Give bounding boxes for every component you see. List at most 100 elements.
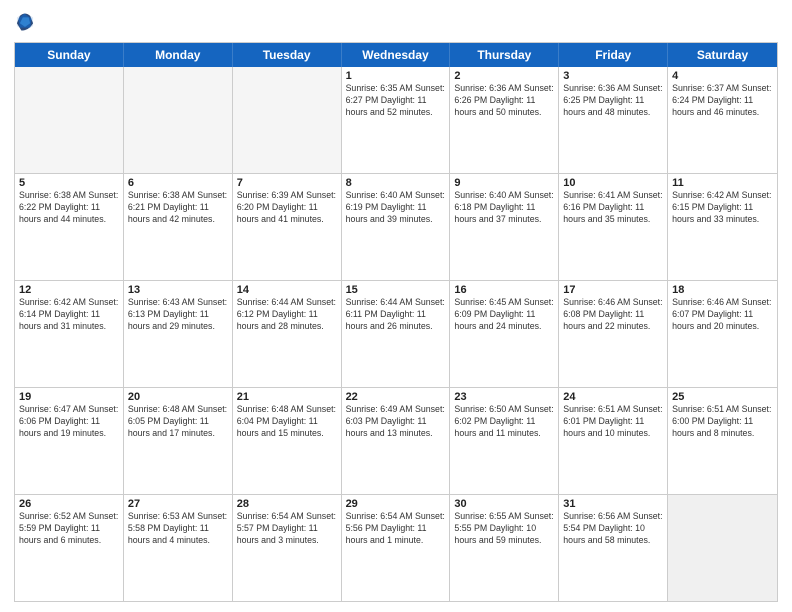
cell-info-23: Sunrise: 6:50 AM Sunset: 6:02 PM Dayligh… bbox=[454, 404, 554, 440]
calendar-day-3: 3Sunrise: 6:36 AM Sunset: 6:25 PM Daylig… bbox=[559, 67, 668, 173]
day-number-5: 5 bbox=[19, 177, 119, 189]
cell-info-25: Sunrise: 6:51 AM Sunset: 6:00 PM Dayligh… bbox=[672, 404, 773, 440]
cell-info-24: Sunrise: 6:51 AM Sunset: 6:01 PM Dayligh… bbox=[563, 404, 663, 440]
calendar-day-11: 11Sunrise: 6:42 AM Sunset: 6:15 PM Dayli… bbox=[668, 174, 777, 280]
calendar-empty-cell bbox=[668, 495, 777, 601]
weekday-header-sunday: Sunday bbox=[15, 43, 124, 67]
day-number-6: 6 bbox=[128, 177, 228, 189]
cell-info-16: Sunrise: 6:45 AM Sunset: 6:09 PM Dayligh… bbox=[454, 297, 554, 333]
calendar-row-1: 5Sunrise: 6:38 AM Sunset: 6:22 PM Daylig… bbox=[15, 173, 777, 280]
day-number-25: 25 bbox=[672, 391, 773, 403]
calendar-day-20: 20Sunrise: 6:48 AM Sunset: 6:05 PM Dayli… bbox=[124, 388, 233, 494]
day-number-30: 30 bbox=[454, 498, 554, 510]
cell-info-8: Sunrise: 6:40 AM Sunset: 6:19 PM Dayligh… bbox=[346, 190, 446, 226]
cell-info-13: Sunrise: 6:43 AM Sunset: 6:13 PM Dayligh… bbox=[128, 297, 228, 333]
day-number-23: 23 bbox=[454, 391, 554, 403]
calendar-day-28: 28Sunrise: 6:54 AM Sunset: 5:57 PM Dayli… bbox=[233, 495, 342, 601]
day-number-19: 19 bbox=[19, 391, 119, 403]
day-number-7: 7 bbox=[237, 177, 337, 189]
weekday-header-monday: Monday bbox=[124, 43, 233, 67]
calendar-row-4: 26Sunrise: 6:52 AM Sunset: 5:59 PM Dayli… bbox=[15, 494, 777, 601]
cell-info-22: Sunrise: 6:49 AM Sunset: 6:03 PM Dayligh… bbox=[346, 404, 446, 440]
day-number-29: 29 bbox=[346, 498, 446, 510]
day-number-28: 28 bbox=[237, 498, 337, 510]
calendar-day-16: 16Sunrise: 6:45 AM Sunset: 6:09 PM Dayli… bbox=[450, 281, 559, 387]
calendar-day-1: 1Sunrise: 6:35 AM Sunset: 6:27 PM Daylig… bbox=[342, 67, 451, 173]
calendar-day-7: 7Sunrise: 6:39 AM Sunset: 6:20 PM Daylig… bbox=[233, 174, 342, 280]
cell-info-4: Sunrise: 6:37 AM Sunset: 6:24 PM Dayligh… bbox=[672, 83, 773, 119]
cell-info-12: Sunrise: 6:42 AM Sunset: 6:14 PM Dayligh… bbox=[19, 297, 119, 333]
calendar-day-27: 27Sunrise: 6:53 AM Sunset: 5:58 PM Dayli… bbox=[124, 495, 233, 601]
calendar-day-23: 23Sunrise: 6:50 AM Sunset: 6:02 PM Dayli… bbox=[450, 388, 559, 494]
cell-info-6: Sunrise: 6:38 AM Sunset: 6:21 PM Dayligh… bbox=[128, 190, 228, 226]
day-number-31: 31 bbox=[563, 498, 663, 510]
cell-info-21: Sunrise: 6:48 AM Sunset: 6:04 PM Dayligh… bbox=[237, 404, 337, 440]
calendar: SundayMondayTuesdayWednesdayThursdayFrid… bbox=[14, 42, 778, 602]
calendar-row-2: 12Sunrise: 6:42 AM Sunset: 6:14 PM Dayli… bbox=[15, 280, 777, 387]
weekday-header-tuesday: Tuesday bbox=[233, 43, 342, 67]
day-number-2: 2 bbox=[454, 70, 554, 82]
calendar-day-5: 5Sunrise: 6:38 AM Sunset: 6:22 PM Daylig… bbox=[15, 174, 124, 280]
calendar-day-10: 10Sunrise: 6:41 AM Sunset: 6:16 PM Dayli… bbox=[559, 174, 668, 280]
calendar-header-row: SundayMondayTuesdayWednesdayThursdayFrid… bbox=[15, 43, 777, 67]
weekday-header-thursday: Thursday bbox=[450, 43, 559, 67]
logo-icon bbox=[14, 10, 36, 32]
cell-info-17: Sunrise: 6:46 AM Sunset: 6:08 PM Dayligh… bbox=[563, 297, 663, 333]
day-number-11: 11 bbox=[672, 177, 773, 189]
calendar-day-6: 6Sunrise: 6:38 AM Sunset: 6:21 PM Daylig… bbox=[124, 174, 233, 280]
calendar-body: 1Sunrise: 6:35 AM Sunset: 6:27 PM Daylig… bbox=[15, 67, 777, 601]
day-number-27: 27 bbox=[128, 498, 228, 510]
cell-info-20: Sunrise: 6:48 AM Sunset: 6:05 PM Dayligh… bbox=[128, 404, 228, 440]
day-number-18: 18 bbox=[672, 284, 773, 296]
day-number-26: 26 bbox=[19, 498, 119, 510]
day-number-4: 4 bbox=[672, 70, 773, 82]
calendar-row-0: 1Sunrise: 6:35 AM Sunset: 6:27 PM Daylig… bbox=[15, 67, 777, 173]
logo bbox=[14, 10, 38, 34]
cell-info-14: Sunrise: 6:44 AM Sunset: 6:12 PM Dayligh… bbox=[237, 297, 337, 333]
cell-info-10: Sunrise: 6:41 AM Sunset: 6:16 PM Dayligh… bbox=[563, 190, 663, 226]
cell-info-29: Sunrise: 6:54 AM Sunset: 5:56 PM Dayligh… bbox=[346, 511, 446, 547]
calendar-empty-cell bbox=[15, 67, 124, 173]
day-number-22: 22 bbox=[346, 391, 446, 403]
calendar-day-4: 4Sunrise: 6:37 AM Sunset: 6:24 PM Daylig… bbox=[668, 67, 777, 173]
calendar-day-15: 15Sunrise: 6:44 AM Sunset: 6:11 PM Dayli… bbox=[342, 281, 451, 387]
calendar-day-8: 8Sunrise: 6:40 AM Sunset: 6:19 PM Daylig… bbox=[342, 174, 451, 280]
day-number-12: 12 bbox=[19, 284, 119, 296]
page: SundayMondayTuesdayWednesdayThursdayFrid… bbox=[0, 0, 792, 612]
day-number-24: 24 bbox=[563, 391, 663, 403]
cell-info-30: Sunrise: 6:55 AM Sunset: 5:55 PM Dayligh… bbox=[454, 511, 554, 547]
day-number-9: 9 bbox=[454, 177, 554, 189]
day-number-16: 16 bbox=[454, 284, 554, 296]
calendar-day-12: 12Sunrise: 6:42 AM Sunset: 6:14 PM Dayli… bbox=[15, 281, 124, 387]
calendar-day-24: 24Sunrise: 6:51 AM Sunset: 6:01 PM Dayli… bbox=[559, 388, 668, 494]
cell-info-18: Sunrise: 6:46 AM Sunset: 6:07 PM Dayligh… bbox=[672, 297, 773, 333]
cell-info-31: Sunrise: 6:56 AM Sunset: 5:54 PM Dayligh… bbox=[563, 511, 663, 547]
cell-info-11: Sunrise: 6:42 AM Sunset: 6:15 PM Dayligh… bbox=[672, 190, 773, 226]
calendar-empty-cell bbox=[124, 67, 233, 173]
day-number-17: 17 bbox=[563, 284, 663, 296]
calendar-day-21: 21Sunrise: 6:48 AM Sunset: 6:04 PM Dayli… bbox=[233, 388, 342, 494]
weekday-header-saturday: Saturday bbox=[668, 43, 777, 67]
cell-info-3: Sunrise: 6:36 AM Sunset: 6:25 PM Dayligh… bbox=[563, 83, 663, 119]
day-number-21: 21 bbox=[237, 391, 337, 403]
cell-info-28: Sunrise: 6:54 AM Sunset: 5:57 PM Dayligh… bbox=[237, 511, 337, 547]
cell-info-27: Sunrise: 6:53 AM Sunset: 5:58 PM Dayligh… bbox=[128, 511, 228, 547]
day-number-20: 20 bbox=[128, 391, 228, 403]
calendar-empty-cell bbox=[233, 67, 342, 173]
cell-info-26: Sunrise: 6:52 AM Sunset: 5:59 PM Dayligh… bbox=[19, 511, 119, 547]
calendar-day-2: 2Sunrise: 6:36 AM Sunset: 6:26 PM Daylig… bbox=[450, 67, 559, 173]
weekday-header-wednesday: Wednesday bbox=[342, 43, 451, 67]
calendar-day-30: 30Sunrise: 6:55 AM Sunset: 5:55 PM Dayli… bbox=[450, 495, 559, 601]
calendar-day-19: 19Sunrise: 6:47 AM Sunset: 6:06 PM Dayli… bbox=[15, 388, 124, 494]
header bbox=[14, 10, 778, 34]
day-number-15: 15 bbox=[346, 284, 446, 296]
day-number-10: 10 bbox=[563, 177, 663, 189]
cell-info-1: Sunrise: 6:35 AM Sunset: 6:27 PM Dayligh… bbox=[346, 83, 446, 119]
calendar-day-29: 29Sunrise: 6:54 AM Sunset: 5:56 PM Dayli… bbox=[342, 495, 451, 601]
calendar-day-9: 9Sunrise: 6:40 AM Sunset: 6:18 PM Daylig… bbox=[450, 174, 559, 280]
cell-info-2: Sunrise: 6:36 AM Sunset: 6:26 PM Dayligh… bbox=[454, 83, 554, 119]
cell-info-9: Sunrise: 6:40 AM Sunset: 6:18 PM Dayligh… bbox=[454, 190, 554, 226]
cell-info-7: Sunrise: 6:39 AM Sunset: 6:20 PM Dayligh… bbox=[237, 190, 337, 226]
day-number-8: 8 bbox=[346, 177, 446, 189]
calendar-day-13: 13Sunrise: 6:43 AM Sunset: 6:13 PM Dayli… bbox=[124, 281, 233, 387]
